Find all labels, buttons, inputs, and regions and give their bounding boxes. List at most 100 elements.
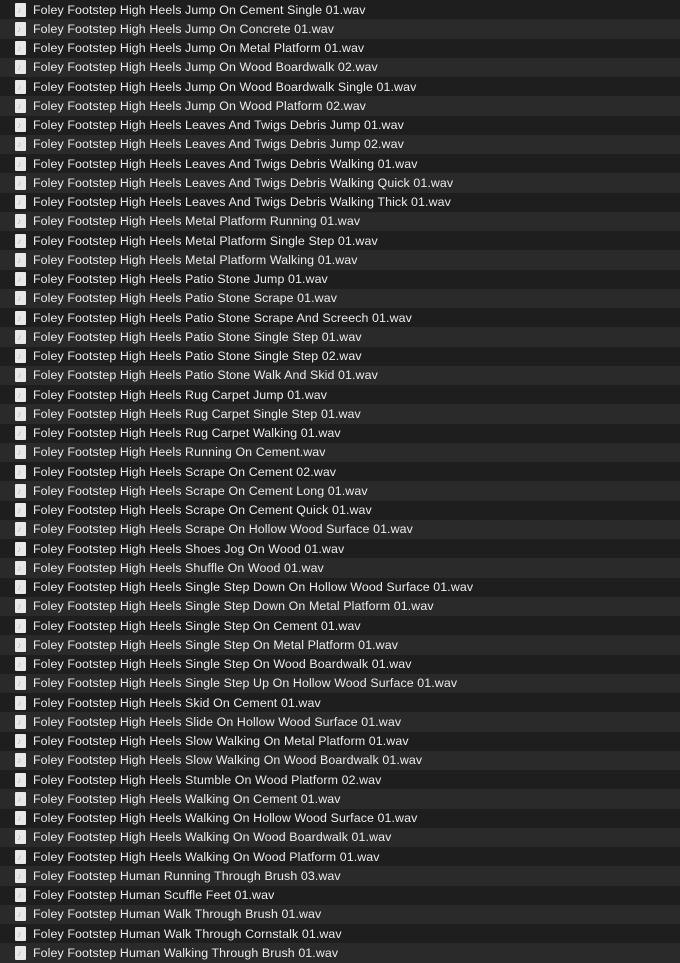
audio-file-icon	[15, 926, 26, 941]
audio-file-icon	[15, 464, 26, 479]
file-name: Foley Footstep High Heels Patio Stone Sc…	[33, 291, 338, 306]
file-row[interactable]: Foley Footstep High Heels Walking On Woo…	[0, 827, 680, 847]
audio-file-icon	[15, 599, 26, 614]
file-row[interactable]: Foley Footstep High Heels Rug Carpet Wal…	[0, 423, 680, 443]
file-name: Foley Footstep High Heels Jump On Wood B…	[33, 79, 417, 94]
file-name: Foley Footstep High Heels Shuffle On Woo…	[33, 560, 324, 575]
file-name: Foley Footstep High Heels Scrape On Holl…	[33, 522, 413, 537]
file-row[interactable]: Foley Footstep High Heels Leaves And Twi…	[0, 134, 680, 154]
file-row[interactable]: Foley Footstep High Heels Single Step On…	[0, 635, 680, 655]
audio-file-icon	[15, 637, 26, 652]
audio-file-icon	[15, 945, 26, 960]
audio-file-icon	[15, 560, 26, 575]
audio-file-icon	[15, 41, 26, 56]
file-name: Foley Footstep High Heels Rug Carpet Wal…	[33, 426, 341, 441]
audio-file-icon	[15, 503, 26, 518]
file-row[interactable]: Foley Footstep High Heels Patio Stone Si…	[0, 327, 680, 347]
audio-file-icon	[15, 175, 26, 190]
file-name: Foley Footstep High Heels Leaves And Twi…	[33, 195, 451, 210]
file-row[interactable]: Foley Footstep High Heels Walking On Hol…	[0, 808, 680, 828]
file-name: Foley Footstep Human Walking Through Bru…	[33, 945, 339, 960]
file-name: Foley Footstep High Heels Slow Walking O…	[33, 734, 409, 749]
audio-file-icon	[15, 541, 26, 556]
audio-file-icon	[15, 2, 26, 17]
file-row[interactable]: Foley Footstep High Heels Walking On Woo…	[0, 847, 680, 867]
file-list: Foley Footstep High Heels Jump On Cement…	[0, 0, 680, 963]
file-name: Foley Footstep Human Walk Through Brush …	[33, 907, 322, 922]
audio-file-icon	[15, 310, 26, 325]
file-row[interactable]: Foley Footstep High Heels Metal Platform…	[0, 211, 680, 231]
file-row[interactable]: Foley Footstep High Heels Jump On Concre…	[0, 19, 680, 39]
file-name: Foley Footstep High Heels Rug Carpet Jum…	[33, 387, 328, 402]
file-row[interactable]: Foley Footstep High Heels Walking On Cem…	[0, 789, 680, 809]
file-row[interactable]: Foley Footstep High Heels Rug Carpet Jum…	[0, 385, 680, 405]
file-row[interactable]: Foley Footstep High Heels Shoes Jog On W…	[0, 539, 680, 559]
file-row[interactable]: Foley Footstep High Heels Stumble On Woo…	[0, 770, 680, 790]
file-row[interactable]: Foley Footstep High Heels Jump On Cement…	[0, 0, 680, 20]
file-name: Foley Footstep High Heels Single Step On…	[33, 637, 399, 652]
file-row[interactable]: Foley Footstep High Heels Metal Platform…	[0, 231, 680, 251]
file-name: Foley Footstep High Heels Scrape On Ceme…	[33, 483, 368, 498]
file-row[interactable]: Foley Footstep High Heels Single Step On…	[0, 654, 680, 674]
file-name: Foley Footstep High Heels Shoes Jog On W…	[33, 541, 345, 556]
file-row[interactable]: Foley Footstep High Heels Single Step Do…	[0, 596, 680, 616]
file-row[interactable]: Foley Footstep High Heels Leaves And Twi…	[0, 192, 680, 212]
file-row[interactable]: Foley Footstep High Heels Scrape On Ceme…	[0, 500, 680, 520]
file-row[interactable]: Foley Footstep High Heels Jump On Wood P…	[0, 96, 680, 116]
file-row[interactable]: Foley Footstep High Heels Single Step Up…	[0, 673, 680, 693]
audio-file-icon	[15, 811, 26, 826]
file-row[interactable]: Foley Footstep High Heels Patio Stone Sc…	[0, 308, 680, 328]
file-row[interactable]: Foley Footstep High Heels Patio Stone Wa…	[0, 365, 680, 385]
file-row[interactable]: Foley Footstep Human Scuffle Feet 01.wav	[0, 885, 680, 905]
file-name: Foley Footstep High Heels Walking On Cem…	[33, 791, 341, 806]
file-name: Foley Footstep High Heels Walking On Woo…	[33, 830, 392, 845]
file-name: Foley Footstep High Heels Patio Stone Ju…	[33, 272, 328, 287]
audio-file-icon	[15, 387, 26, 402]
file-name: Foley Footstep High Heels Metal Platform…	[33, 214, 361, 229]
file-row[interactable]: Foley Footstep High Heels Slow Walking O…	[0, 731, 680, 751]
file-row[interactable]: Foley Footstep Human Walking Through Bru…	[0, 943, 680, 963]
file-row[interactable]: Foley Footstep High Heels Slow Walking O…	[0, 750, 680, 770]
file-name: Foley Footstep High Heels Jump On Metal …	[33, 41, 365, 56]
file-row[interactable]: Foley Footstep High Heels Leaves And Twi…	[0, 154, 680, 174]
audio-file-icon	[15, 868, 26, 883]
file-name: Foley Footstep Human Scuffle Feet 01.wav	[33, 888, 275, 903]
audio-file-icon	[15, 772, 26, 787]
file-row[interactable]: Foley Footstep High Heels Scrape On Ceme…	[0, 481, 680, 501]
file-name: Foley Footstep Human Walk Through Cornst…	[33, 926, 342, 941]
file-name: Foley Footstep High Heels Patio Stone Si…	[33, 329, 362, 344]
file-row[interactable]: Foley Footstep High Heels Skid On Cement…	[0, 693, 680, 713]
file-row[interactable]: Foley Footstep High Heels Scrape On Holl…	[0, 519, 680, 539]
file-row[interactable]: Foley Footstep High Heels Running On Cem…	[0, 442, 680, 462]
file-row[interactable]: Foley Footstep Human Running Through Bru…	[0, 866, 680, 886]
file-name: Foley Footstep High Heels Slow Walking O…	[33, 753, 423, 768]
file-row[interactable]: Foley Footstep High Heels Slide On Hollo…	[0, 712, 680, 732]
file-name: Foley Footstep Human Running Through Bru…	[33, 868, 341, 883]
audio-file-icon	[15, 907, 26, 922]
audio-file-icon	[15, 849, 26, 864]
file-row[interactable]: Foley Footstep High Heels Scrape On Ceme…	[0, 462, 680, 482]
file-row[interactable]: Foley Footstep High Heels Single Step Do…	[0, 577, 680, 597]
file-row[interactable]: Foley Footstep High Heels Patio Stone Ju…	[0, 269, 680, 289]
file-row[interactable]: Foley Footstep High Heels Leaves And Twi…	[0, 115, 680, 135]
audio-file-icon	[15, 98, 26, 113]
file-row[interactable]: Foley Footstep High Heels Rug Carpet Sin…	[0, 404, 680, 424]
file-row[interactable]: Foley Footstep Human Walk Through Brush …	[0, 904, 680, 924]
file-row[interactable]: Foley Footstep High Heels Jump On Wood B…	[0, 77, 680, 97]
file-row[interactable]: Foley Footstep High Heels Leaves And Twi…	[0, 173, 680, 193]
file-name: Foley Footstep High Heels Jump On Wood P…	[33, 98, 366, 113]
file-row[interactable]: Foley Footstep High Heels Jump On Metal …	[0, 38, 680, 58]
file-row[interactable]: Foley Footstep Human Walk Through Cornst…	[0, 924, 680, 944]
audio-file-icon	[15, 156, 26, 171]
audio-file-icon	[15, 291, 26, 306]
file-row[interactable]: Foley Footstep High Heels Metal Platform…	[0, 250, 680, 270]
audio-file-icon	[15, 888, 26, 903]
audio-file-icon	[15, 349, 26, 364]
file-row[interactable]: Foley Footstep High Heels Shuffle On Woo…	[0, 558, 680, 578]
file-row[interactable]: Foley Footstep High Heels Patio Stone Si…	[0, 346, 680, 366]
file-row[interactable]: Foley Footstep High Heels Patio Stone Sc…	[0, 288, 680, 308]
file-row[interactable]: Foley Footstep High Heels Single Step On…	[0, 616, 680, 636]
audio-file-icon	[15, 483, 26, 498]
file-name: Foley Footstep High Heels Skid On Cement…	[33, 695, 321, 710]
file-row[interactable]: Foley Footstep High Heels Jump On Wood B…	[0, 57, 680, 77]
